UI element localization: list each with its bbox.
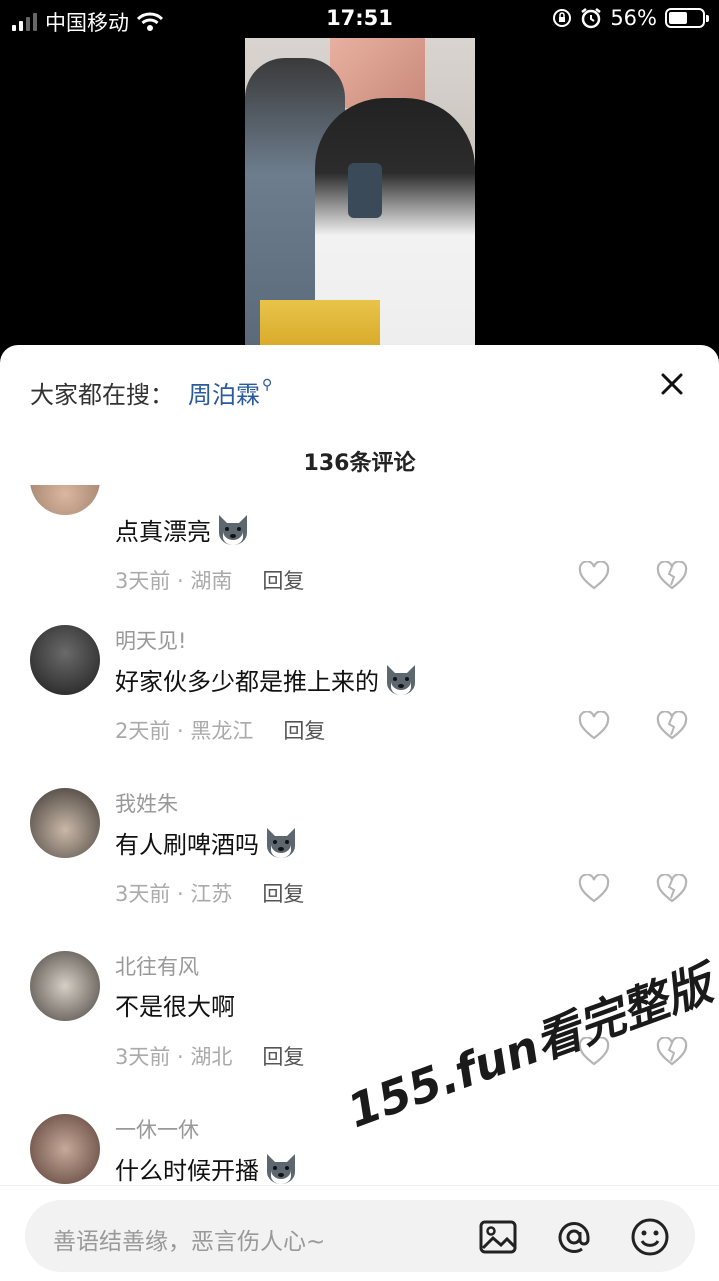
heart-icon[interactable] <box>578 711 610 741</box>
comment-time-location: 3天前 · 湖北 <box>115 1045 233 1069</box>
comment-text-row: 好家伙多少都是推上来的 <box>115 661 419 697</box>
smiley-icon[interactable] <box>629 1216 671 1258</box>
broken-heart-icon[interactable] <box>656 561 688 591</box>
comment-text: 不是很大啊 <box>115 993 235 1021</box>
broken-heart-icon[interactable] <box>656 711 688 741</box>
battery-icon <box>665 8 709 28</box>
at-icon[interactable] <box>553 1216 595 1258</box>
comment-input[interactable]: 善语结善缘，恶言伤人心~ <box>25 1200 695 1272</box>
search-icon: ⚲ <box>262 376 273 393</box>
avatar[interactable] <box>30 625 100 695</box>
comment-item: 我姓朱 有人刷啤酒吗 3天前 · 江苏 回复 <box>0 788 719 948</box>
comment-text-row: 点真漂亮 <box>115 511 251 547</box>
comment-username[interactable]: 明天见! <box>115 625 186 655</box>
comment-text-row: 有人刷啤酒吗 <box>115 824 299 860</box>
comment-username[interactable]: 一休一休 <box>115 1114 199 1144</box>
comment-time-location: 3天前 · 江苏 <box>115 882 233 906</box>
heart-icon[interactable] <box>578 561 610 591</box>
comment-username[interactable]: 我姓朱 <box>115 788 178 818</box>
broken-heart-icon[interactable] <box>656 1037 688 1067</box>
comment-meta: 3天前 · 江苏 回复 <box>115 878 304 908</box>
avatar[interactable] <box>30 951 100 1021</box>
reply-button[interactable]: 回复 <box>262 565 304 595</box>
comment-item: 点真漂亮 3天前 · 湖南 回复 <box>0 485 719 635</box>
comment-count: 136条评论 <box>303 451 416 476</box>
search-keyword-link[interactable]: 周泊霖 <box>188 375 260 410</box>
comment-text: 什么时候开播 <box>115 1156 259 1185</box>
video-preview[interactable] <box>245 38 475 348</box>
input-placeholder: 善语结善缘，恶言伤人心~ <box>53 1229 326 1255</box>
comment-meta: 2天前 · 黑龙江 回复 <box>115 715 325 745</box>
comment-text-row: 什么时候开播 <box>115 1150 299 1185</box>
broken-heart-icon[interactable] <box>656 874 688 904</box>
status-bar: 中国移动 17:51 56% <box>0 0 719 40</box>
comments-sheet: 大家都在搜： 周泊霖 ⚲ 136条评论 点真漂亮 3天前 · 湖南 回复 明天见… <box>0 345 719 1280</box>
search-suggestion: 大家都在搜： 周泊霖 ⚲ <box>30 375 272 410</box>
reply-button[interactable]: 回复 <box>262 878 304 908</box>
comment-time-location: 3天前 · 湖南 <box>115 569 233 593</box>
close-icon[interactable] <box>655 367 689 401</box>
comment-text: 好家伙多少都是推上来的 <box>115 667 379 696</box>
reply-button[interactable]: 回复 <box>262 1041 304 1071</box>
comment-text: 有人刷啤酒吗 <box>115 830 259 859</box>
comment-text: 点真漂亮 <box>115 517 211 546</box>
avatar[interactable] <box>30 1114 100 1184</box>
avatar[interactable] <box>30 485 100 515</box>
comment-time-location: 2天前 · 黑龙江 <box>115 719 254 743</box>
comment-item: 明天见! 好家伙多少都是推上来的 2天前 · 黑龙江 回复 <box>0 625 719 785</box>
phone-in-video <box>348 163 382 218</box>
husky-emoji-icon <box>387 665 415 695</box>
comment-meta: 3天前 · 湖南 回复 <box>115 565 304 595</box>
battery-percent: 56% <box>610 6 657 30</box>
comment-username[interactable]: 北往有风 <box>115 951 199 981</box>
comment-input-bar: 善语结善缘，恶言伤人心~ <box>0 1185 719 1281</box>
husky-emoji-icon <box>267 828 295 858</box>
husky-emoji-icon <box>267 1154 295 1184</box>
avatar[interactable] <box>30 788 100 858</box>
table-decor <box>260 300 380 348</box>
comment-text-row: 不是很大啊 <box>115 987 235 1022</box>
alarm-icon <box>581 8 602 29</box>
heart-icon[interactable] <box>578 874 610 904</box>
lock-rotation-icon <box>553 9 572 27</box>
reply-button[interactable]: 回复 <box>283 715 325 745</box>
comment-meta: 3天前 · 湖北 回复 <box>115 1041 304 1071</box>
search-prefix: 大家都在搜： <box>30 381 174 409</box>
image-icon[interactable] <box>477 1216 519 1258</box>
husky-emoji-icon <box>219 515 247 545</box>
